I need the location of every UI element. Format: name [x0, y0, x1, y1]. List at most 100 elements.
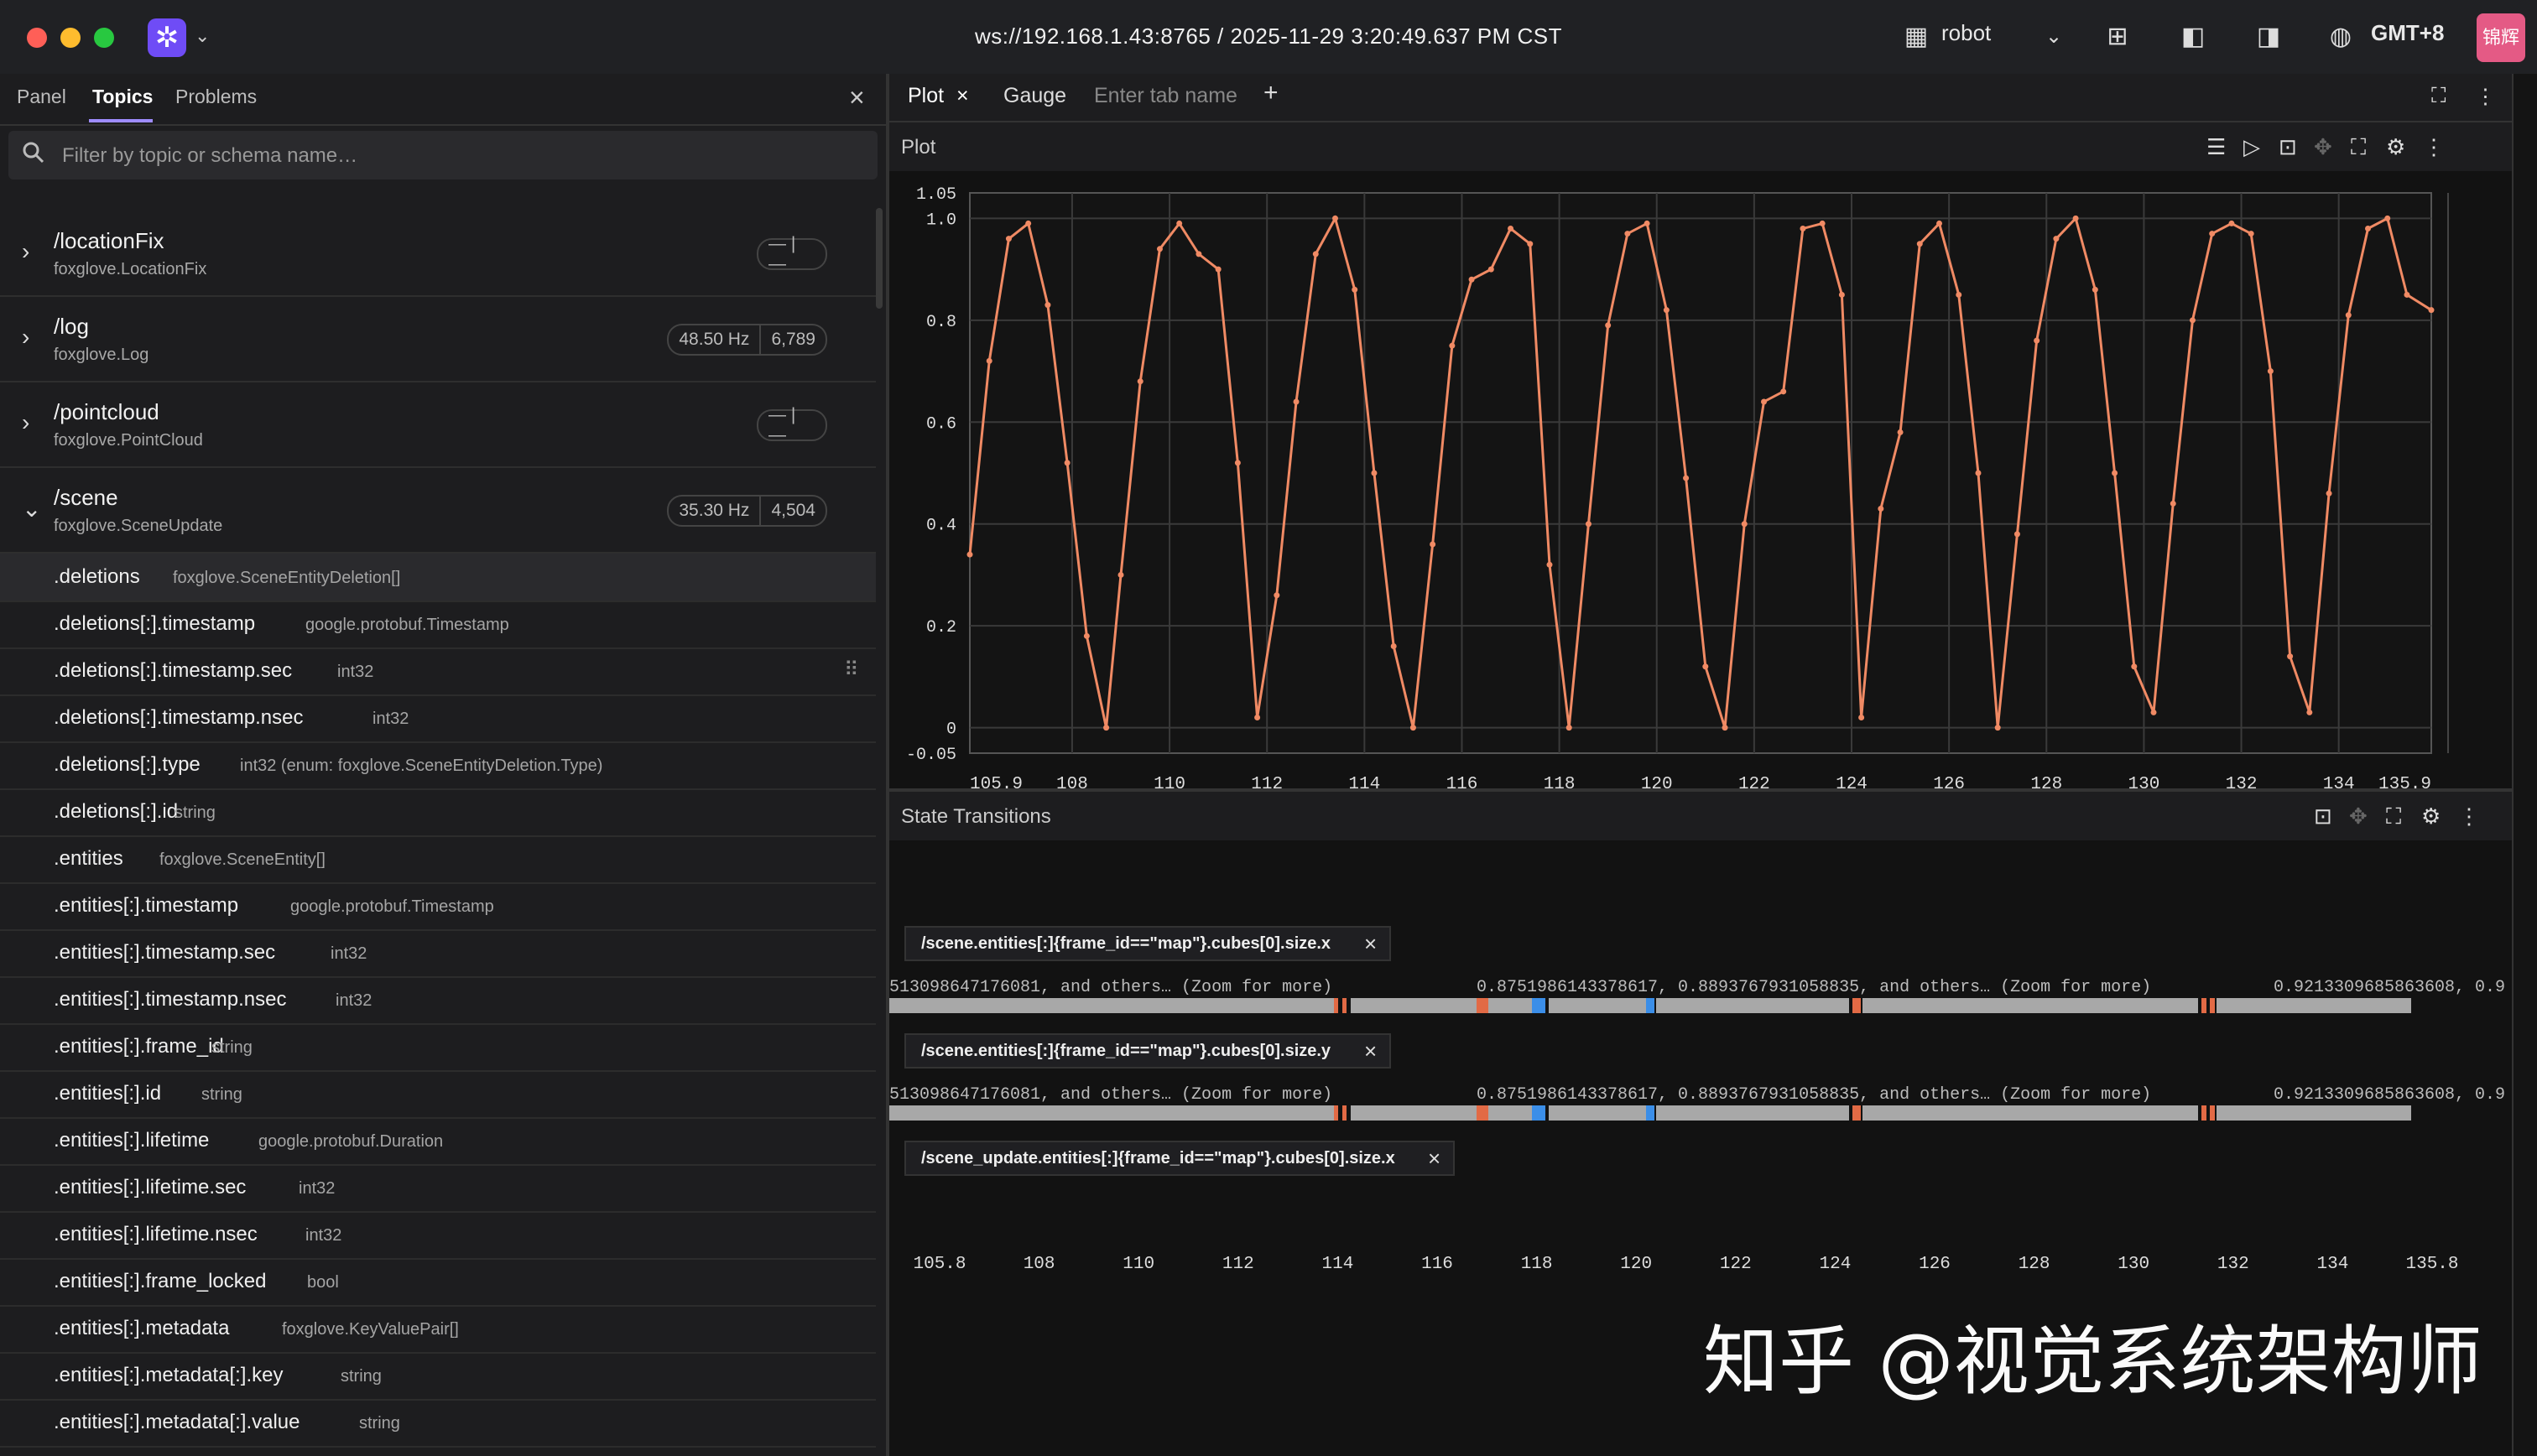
close-icon[interactable]: × [1364, 1038, 1377, 1064]
state-segment[interactable] [1549, 1105, 1646, 1121]
state-segment[interactable] [1549, 998, 1646, 1013]
more-options-icon[interactable]: ⋮ [2423, 134, 2445, 160]
globe-settings-icon[interactable]: ◍ [2324, 20, 2357, 54]
field-row[interactable]: .entities[:].metadata[:].value string [0, 1399, 876, 1448]
fullscreen-icon[interactable]: ⛶ [2351, 134, 2366, 161]
close-icon[interactable]: × [956, 84, 969, 107]
field-row[interactable]: .entities[:].frame_id string [0, 1023, 876, 1072]
state-segment[interactable] [889, 998, 1334, 1013]
topic-row[interactable]: › /pointcloud foxglove.PointCloud — | — [0, 382, 876, 468]
state-segment[interactable] [1646, 998, 1654, 1013]
field-row[interactable]: .entities foxglove.SceneEntity[] [0, 835, 876, 884]
timezone-label[interactable]: GMT+8 [2371, 20, 2444, 46]
state-segment[interactable] [1532, 998, 1545, 1013]
state-segment[interactable] [2201, 1105, 2206, 1121]
field-row[interactable]: .entities[:].timestamp.nsec int32 [0, 976, 876, 1025]
play-icon[interactable]: ▷ [2243, 134, 2260, 160]
field-row[interactable]: .entities[:].timestamp.sec int32 [0, 929, 876, 978]
field-row[interactable]: .deletions[:].timestamp google.protobuf.T… [0, 601, 876, 649]
x-tick-label: 130 [2128, 775, 2160, 788]
chevron-down-icon[interactable]: ⌄ [2037, 20, 2071, 54]
field-row[interactable]: .entities[:].lifetime.nsec int32 [0, 1211, 876, 1260]
scrollbar[interactable] [876, 208, 883, 309]
state-segment[interactable] [1342, 998, 1347, 1013]
topic-row[interactable]: › /log foxglove.Log 48.50 Hz 6,789 [0, 297, 876, 382]
close-icon[interactable]: × [849, 82, 865, 113]
topic-row[interactable]: › /locationFix foxglove.LocationFix — | … [0, 211, 876, 297]
state-segment[interactable] [2210, 998, 2215, 1013]
layout-name[interactable]: robot [1941, 20, 1991, 46]
state-segment[interactable] [1334, 998, 1338, 1013]
state-segment[interactable] [889, 1105, 1334, 1121]
state-segment[interactable] [1862, 1105, 2198, 1121]
add-tab-icon[interactable]: + [1263, 79, 1279, 107]
plot-area[interactable]: 1.05 1.0 0.8 0.6 0.4 0.2 0 -0.05 105.9 108 110 112 1… [889, 171, 2512, 861]
field-row[interactable]: .entities[:].metadata foxglove.KeyValuePa… [0, 1305, 876, 1354]
move-icon[interactable]: ✥ [2349, 803, 2368, 829]
line-chart[interactable]: 1.05 1.0 0.8 0.6 0.4 0.2 0 -0.05 105.9 108 110 112 1… [889, 171, 2512, 794]
field-row[interactable]: .deletions[:].id string [0, 788, 876, 837]
gear-icon[interactable]: ⚙ [2421, 803, 2441, 829]
layout-icon[interactable]: ▦ [1899, 20, 1933, 54]
state-segment[interactable] [1862, 998, 2198, 1013]
state-segment[interactable] [1656, 1105, 1849, 1121]
field-row[interactable]: .entities[:].metadata[:].key string [0, 1352, 876, 1401]
state-segment[interactable] [2217, 998, 2411, 1013]
state-segment[interactable] [2201, 998, 2206, 1013]
tab-panel[interactable]: Panel [17, 86, 66, 108]
topic-row[interactable]: ⌄ /scene foxglove.SceneUpdate 35.30 Hz 4,… [0, 468, 876, 554]
search-input[interactable]: Filter by topic or schema name… [8, 131, 878, 179]
state-segment[interactable] [1490, 1105, 1534, 1121]
drag-handle-icon[interactable]: ⠿ [844, 658, 859, 682]
field-row[interactable]: .entities[:].id string [0, 1070, 876, 1119]
x-tick-label: 108 [1056, 775, 1088, 788]
chevron-right-icon[interactable]: › [22, 324, 29, 351]
field-row[interactable]: .deletions foxglove.SceneEntityDeletion[] [0, 554, 876, 602]
chevron-right-icon[interactable]: › [22, 409, 29, 436]
move-icon[interactable]: ✥ [2314, 134, 2332, 160]
field-row[interactable]: .deletions[:].timestamp.sec int32 ⠿ [0, 647, 876, 696]
state-segment[interactable] [1532, 1105, 1545, 1121]
tab-topics[interactable]: Topics [92, 86, 153, 108]
fullscreen-icon[interactable]: ⛶ [2386, 803, 2401, 830]
tab-gauge[interactable]: Gauge [1003, 84, 1066, 108]
new-tab-name-input[interactable]: Enter tab name [1094, 84, 1237, 108]
field-row[interactable]: .deletions[:].type int32 (enum: foxglove.… [0, 741, 876, 790]
zoom-icon[interactable]: ⊡ [2279, 134, 2297, 160]
state-segment[interactable] [2210, 1105, 2215, 1121]
gear-icon[interactable]: ⚙ [2386, 134, 2405, 160]
add-panel-icon[interactable]: ⊞ [2101, 20, 2134, 54]
legend-icon[interactable]: ☰ [2206, 134, 2226, 160]
tab-problems[interactable]: Problems [175, 86, 257, 108]
state-segment[interactable] [1477, 1105, 1488, 1121]
close-icon[interactable]: × [1364, 931, 1377, 957]
field-row[interactable]: .entities[:].timestamp google.protobuf.Ti… [0, 882, 876, 931]
data-point [1878, 506, 1884, 512]
state-segment[interactable] [1477, 998, 1488, 1013]
tab-plot[interactable]: Plot × [908, 84, 969, 108]
field-type: bool [307, 1273, 339, 1292]
more-options-icon[interactable]: ⋮ [2475, 84, 2496, 109]
right-sidebar-toggle-icon[interactable]: ◨ [2252, 20, 2285, 54]
state-segment[interactable] [1852, 998, 1861, 1013]
field-type: string [201, 1085, 242, 1104]
more-options-icon[interactable]: ⋮ [2458, 803, 2480, 829]
left-sidebar-toggle-icon[interactable]: ◧ [2176, 20, 2210, 54]
chevron-right-icon[interactable]: › [22, 238, 29, 265]
state-segment[interactable] [1656, 998, 1849, 1013]
state-segment[interactable] [2217, 1105, 2411, 1121]
zoom-icon[interactable]: ⊡ [2314, 803, 2332, 829]
avatar[interactable]: 锦辉 [2477, 13, 2525, 62]
fullscreen-icon[interactable]: ⛶ [2431, 84, 2446, 108]
state-segment[interactable] [1490, 998, 1534, 1013]
state-segment[interactable] [1342, 1105, 1347, 1121]
close-icon[interactable]: × [1428, 1146, 1440, 1172]
field-row[interactable]: .entities[:].lifetime.sec int32 [0, 1164, 876, 1213]
chevron-down-icon[interactable]: ⌄ [22, 495, 41, 523]
field-row[interactable]: .entities[:].lifetime google.protobuf.Dur… [0, 1117, 876, 1166]
state-segment[interactable] [1646, 1105, 1654, 1121]
field-row[interactable]: .entities[:].frame_locked bool [0, 1258, 876, 1307]
state-segment[interactable] [1852, 1105, 1861, 1121]
field-row[interactable]: .deletions[:].timestamp.nsec int32 [0, 694, 876, 743]
state-segment[interactable] [1334, 1105, 1338, 1121]
